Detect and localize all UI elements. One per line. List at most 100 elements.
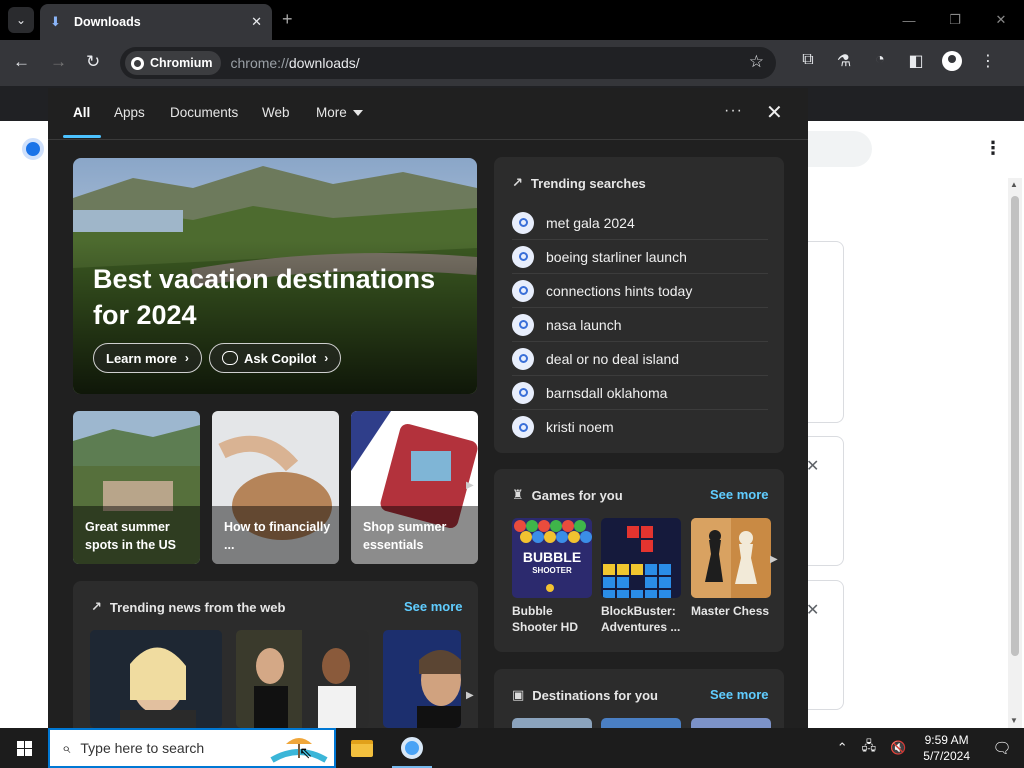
news-thumbnail[interactable]: [383, 630, 461, 728]
page-scrollbar[interactable]: ▲ ▼: [1008, 178, 1022, 728]
remove-download-icon[interactable]: ✕: [806, 456, 819, 476]
game-label: BlockBuster: Adventures ...: [601, 604, 681, 634]
tab-documents[interactable]: Documents: [170, 105, 238, 120]
taskbar-search-box[interactable]: ⌕: [48, 728, 336, 768]
browser-toolbar: ← → ↻ Chromium chrome://downloads/ ☆ ⧉ ⚗…: [0, 40, 1024, 86]
taskbar-search-input[interactable]: [80, 740, 251, 756]
tile-label: Great summer spots in the US: [85, 520, 176, 552]
tab-downloads[interactable]: ⬇ Downloads ✕: [40, 4, 272, 40]
destination-thumbnail[interactable]: [512, 718, 592, 728]
game-thumbnail-master-chess[interactable]: [691, 518, 771, 598]
trending-search-item[interactable]: deal or no deal island: [512, 342, 768, 376]
trending-search-label: barnsdall oklahoma: [546, 384, 668, 401]
tab-web[interactable]: Web: [262, 105, 290, 120]
reload-button[interactable]: ↻: [86, 52, 100, 72]
chevron-right-icon: ›: [324, 351, 329, 365]
trending-search-label: deal or no deal island: [546, 350, 680, 367]
suitcase-icon: ▣: [512, 687, 525, 702]
tile-label: Shop summer essentials: [363, 520, 447, 552]
file-explorer-taskbar-button[interactable]: [338, 728, 386, 768]
downloads-search-field[interactable]: [800, 131, 872, 167]
minimize-button[interactable]: —: [886, 0, 932, 40]
address-bar[interactable]: Chromium chrome://downloads/ ☆: [120, 47, 776, 79]
tab-more[interactable]: More: [316, 105, 363, 120]
labs-flask-icon[interactable]: ⚗: [826, 51, 862, 76]
tiles-next-icon[interactable]: ▶: [466, 480, 474, 491]
games-next-icon[interactable]: ▶: [770, 554, 778, 565]
blockbuster-image: [601, 518, 681, 598]
search-icon: [512, 381, 534, 404]
tab-apps[interactable]: Apps: [114, 105, 145, 120]
news-image: [236, 630, 369, 728]
tab-search-button[interactable]: ⌄: [8, 7, 34, 33]
hero-card[interactable]: Best vacation destinations for 2024 Lear…: [73, 158, 477, 394]
game-thumbnail-bubble-shooter[interactable]: BUBBLE SHOOTER: [512, 518, 592, 598]
ask-copilot-button[interactable]: Ask Copilot ›: [209, 343, 342, 373]
trending-search-item[interactable]: met gala 2024: [512, 206, 768, 240]
destination-thumbnail[interactable]: [601, 718, 681, 728]
extensions-icon[interactable]: ⧉: [790, 51, 826, 76]
tab-close-icon[interactable]: ✕: [251, 14, 262, 30]
close-icon[interactable]: ✕: [766, 100, 783, 125]
trending-search-item[interactable]: nasa launch: [512, 308, 768, 342]
news-image: [383, 630, 461, 728]
tab-all[interactable]: All: [73, 105, 90, 120]
chromium-icon: [401, 737, 423, 759]
search-flyout: All Apps Documents Web More ··· ✕ Best v…: [48, 88, 808, 728]
trending-news-heading: ↗ Trending news from the web: [91, 599, 285, 615]
learn-more-button[interactable]: Learn more ›: [93, 343, 202, 373]
destination-thumbnail[interactable]: [691, 718, 771, 728]
news-thumbnail[interactable]: [236, 630, 369, 728]
tile-summer-essentials[interactable]: Shop summer essentials: [351, 411, 478, 564]
destinations-heading: ▣ Destinations for you: [512, 687, 658, 703]
trending-search-item[interactable]: connections hints today: [512, 274, 768, 308]
chat-bubble-icon: [222, 351, 238, 365]
scroll-up-icon[interactable]: ▲: [1010, 180, 1018, 189]
trending-arrow-icon: ↗: [512, 175, 523, 190]
games-see-more-link[interactable]: See more: [710, 487, 769, 502]
ask-copilot-label: Ask Copilot: [244, 350, 317, 366]
news-thumbnail[interactable]: [90, 630, 222, 728]
chromium-taskbar-button[interactable]: [388, 728, 436, 768]
download-icon: ⬇: [50, 14, 61, 29]
close-window-button[interactable]: ✕: [978, 0, 1024, 40]
site-chip[interactable]: Chromium: [125, 51, 221, 75]
volume-muted-icon[interactable]: 🔇: [890, 740, 906, 756]
tab-more-label: More: [316, 105, 347, 120]
performance-icon[interactable]: ◔: [862, 51, 898, 76]
search-icon: [512, 416, 534, 438]
news-image: [90, 630, 222, 728]
restore-button[interactable]: ❐: [932, 0, 978, 40]
folder-icon: [351, 739, 373, 757]
scroll-down-icon[interactable]: ▼: [1010, 716, 1018, 725]
new-tab-button[interactable]: +: [282, 9, 293, 30]
network-icon[interactable]: 🖧: [862, 737, 877, 759]
news-see-more-link[interactable]: See more: [404, 599, 463, 614]
bookmark-star-icon[interactable]: ☆: [749, 52, 764, 72]
side-panel-icon[interactable]: ◧: [898, 51, 934, 76]
tile-finance[interactable]: How to financially ...: [212, 411, 339, 564]
tab-strip: ⌄ ⬇ Downloads ✕ + — ❐ ✕: [0, 0, 1024, 40]
game-thumbnail-blockbuster[interactable]: [601, 518, 681, 598]
trending-search-item[interactable]: kristi noem: [512, 410, 768, 444]
hero-title: Best vacation destinations for 2024: [93, 264, 436, 330]
remove-download-icon[interactable]: ✕: [806, 600, 819, 620]
more-options-icon[interactable]: ···: [724, 102, 743, 120]
page-menu-icon[interactable]: ⋮: [984, 138, 1002, 159]
notification-icon[interactable]: 🗨: [980, 728, 1024, 768]
trending-search-item[interactable]: barnsdall oklahoma: [512, 376, 768, 410]
scrollbar-thumb[interactable]: [1011, 196, 1019, 656]
chevron-up-icon[interactable]: ⌃: [837, 740, 848, 756]
start-button[interactable]: [0, 728, 48, 768]
trending-search-item[interactable]: boeing starliner launch: [512, 240, 768, 274]
browser-menu-icon[interactable]: ⋮: [970, 51, 1006, 76]
forward-button[interactable]: →: [50, 52, 67, 72]
search-icon: [512, 313, 534, 336]
destinations-see-more-link[interactable]: See more: [710, 687, 769, 702]
tile-summer-spots[interactable]: Great summer spots in the US: [73, 411, 200, 564]
flyout-tab-bar: All Apps Documents Web More ··· ✕: [48, 88, 808, 140]
clock[interactable]: 9:59 AM 5/7/2024: [923, 732, 970, 764]
back-button[interactable]: ←: [13, 52, 30, 72]
news-next-icon[interactable]: ▶: [466, 690, 474, 701]
profile-avatar-icon[interactable]: [934, 51, 970, 76]
